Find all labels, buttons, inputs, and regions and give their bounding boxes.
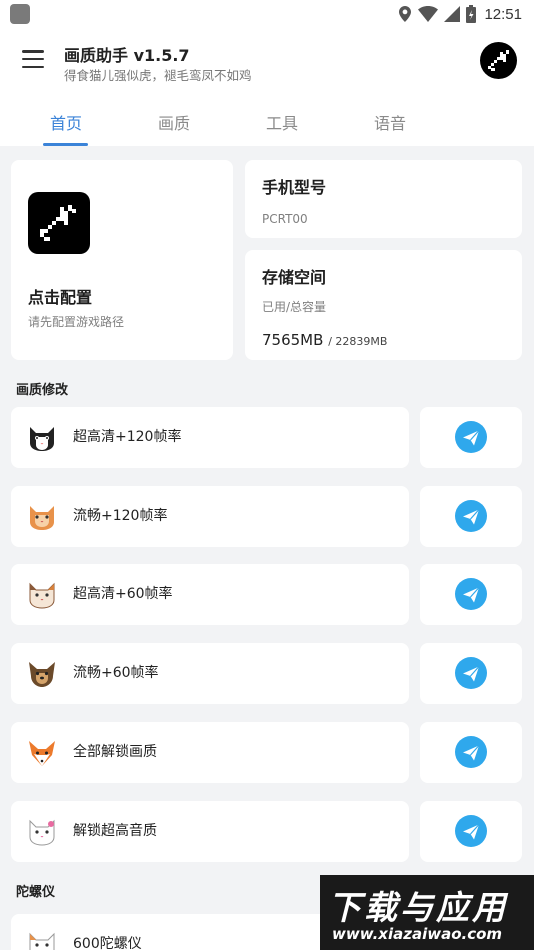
status-bar: 12:51 [0, 0, 534, 28]
phone-model-value: PCRT00 [262, 212, 308, 226]
watermark-url: www.xiazaiwao.com [332, 925, 503, 943]
wrench-icon [28, 192, 90, 254]
tab-bar: 首页 画质 工具 语音 [0, 96, 534, 146]
list-item[interactable]: 解锁超高音质 [11, 801, 409, 862]
white-cat-icon [27, 817, 57, 847]
list-item-label: 流畅+120帧率 [73, 508, 168, 524]
config-subtitle: 请先配置游戏路径 [28, 315, 125, 329]
watermark: 下载与应用 www.xiazaiwao.com [320, 875, 534, 950]
send-icon [455, 500, 487, 532]
list-item-label: 600陀螺仪 [73, 936, 142, 950]
send-button[interactable] [420, 643, 522, 704]
dog-icon [27, 659, 57, 689]
storage-card: 存储空间 已用/总容量 7565MB / 22839MB [245, 250, 522, 360]
app-subtitle: 得食猫儿强似虎，褪毛鸾凤不如鸡 [64, 68, 252, 83]
key-logo-icon [488, 50, 509, 71]
list-item-label: 超高清+120帧率 [73, 429, 182, 445]
status-icons: 12:51 [398, 4, 522, 24]
orange-cat-icon [27, 502, 57, 532]
menu-icon[interactable] [22, 50, 44, 68]
cat-icon [27, 930, 57, 950]
send-button[interactable] [420, 486, 522, 547]
storage-title: 存储空间 [262, 268, 327, 287]
storage-used: 7565MB [262, 331, 324, 349]
list-item[interactable]: 全部解锁画质 [11, 722, 409, 783]
send-icon [455, 421, 487, 453]
battery-icon [466, 5, 477, 23]
send-button[interactable] [420, 407, 522, 468]
location-icon [399, 6, 412, 22]
storage-total: / 22839MB [328, 335, 388, 348]
section-gyro-label: 陀螺仪 [16, 885, 56, 900]
wifi-icon [418, 6, 439, 22]
section-quality-label: 画质修改 [16, 383, 69, 398]
app-notification-icon [10, 4, 30, 24]
tab-tools[interactable]: 工具 [232, 96, 332, 146]
list-item-label: 全部解锁画质 [73, 744, 157, 760]
tab-voice[interactable]: 语音 [340, 96, 440, 146]
send-icon [455, 657, 487, 689]
send-icon [455, 578, 487, 610]
calico-cat-icon [27, 580, 57, 610]
config-card[interactable]: 点击配置 请先配置游戏路径 [11, 160, 233, 360]
send-button[interactable] [420, 801, 522, 862]
app-title: 画质助手 v1.5.7 [64, 46, 190, 65]
list-item[interactable]: 超高清+60帧率 [11, 564, 409, 625]
send-button[interactable] [420, 564, 522, 625]
list-item-label: 超高清+60帧率 [73, 586, 173, 602]
tuxedo-cat-icon [27, 423, 57, 453]
list-item-label: 解锁超高音质 [73, 823, 157, 839]
avatar[interactable] [480, 42, 517, 79]
send-icon [455, 815, 487, 847]
send-button[interactable] [420, 722, 522, 783]
phone-model-card: 手机型号 PCRT00 [245, 160, 522, 238]
list-item[interactable]: 超高清+120帧率 [11, 407, 409, 468]
phone-model-title: 手机型号 [262, 178, 327, 197]
app-bar: 画质助手 v1.5.7 得食猫儿强似虎，褪毛鸾凤不如鸡 [0, 28, 534, 96]
tab-indicator [43, 143, 88, 146]
list-item-label: 流畅+60帧率 [73, 665, 159, 681]
storage-subtitle: 已用/总容量 [262, 300, 327, 314]
storage-value: 7565MB / 22839MB [262, 331, 387, 349]
config-title: 点击配置 [28, 288, 93, 307]
tab-home[interactable]: 首页 [16, 96, 116, 146]
clock: 12:51 [484, 5, 522, 23]
watermark-title: 下载与应用 [328, 888, 508, 927]
tab-quality[interactable]: 画质 [124, 96, 224, 146]
signal-icon [444, 6, 461, 22]
fox-icon [27, 738, 57, 768]
send-icon [455, 736, 487, 768]
list-item[interactable]: 流畅+60帧率 [11, 643, 409, 704]
list-item[interactable]: 流畅+120帧率 [11, 486, 409, 547]
